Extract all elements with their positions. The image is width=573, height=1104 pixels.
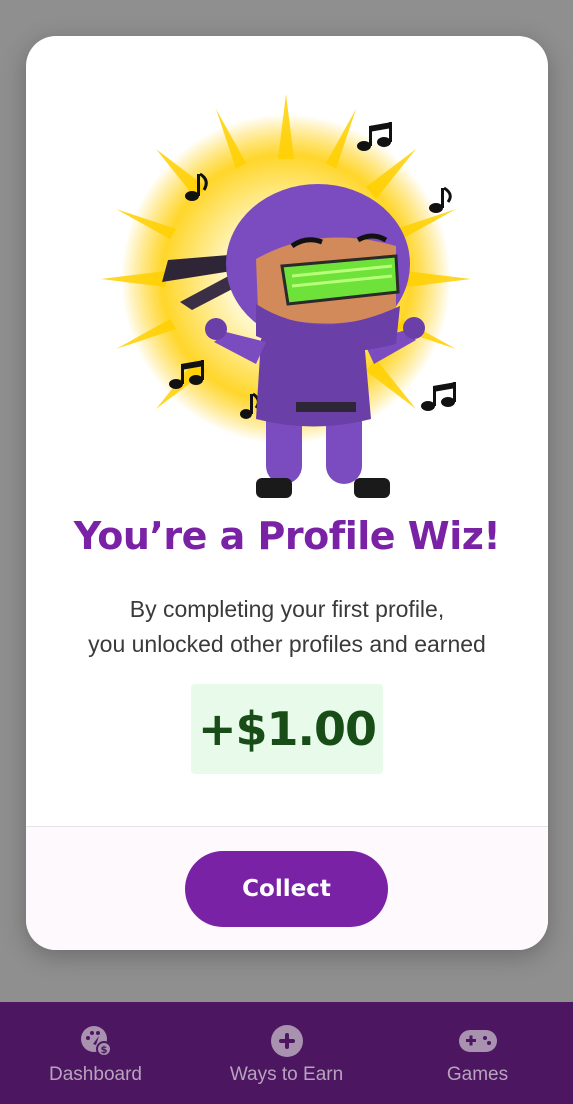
reward-modal: You’re a Profile Wiz! By completing your… <box>26 36 548 950</box>
modal-footer: Collect <box>26 826 548 950</box>
nav-item-dashboard[interactable]: $ Dashboard <box>0 1002 191 1104</box>
gamepad-icon <box>458 1030 497 1052</box>
message-line: you unlocked other profiles and earned <box>88 631 486 657</box>
nav-item-games[interactable]: Games <box>382 1002 573 1104</box>
ninja-illustration <box>101 94 471 498</box>
bottom-nav: $ Dashboard Ways to Earn Games <box>0 1002 573 1104</box>
nav-item-ways-to-earn[interactable]: Ways to Earn <box>191 1002 382 1104</box>
nav-label-ways-to-earn: Ways to Earn <box>229 1064 344 1085</box>
nav-label-games: Games <box>446 1064 509 1085</box>
modal-title: You’re a Profile Wiz! <box>73 514 501 558</box>
nav-label-dashboard: Dashboard <box>49 1064 142 1085</box>
message-line: By completing your first profile, <box>129 596 445 622</box>
dashboard-icon: $ <box>80 1026 112 1057</box>
plus-circle-icon <box>270 1025 303 1057</box>
reward-amount: +$1.00 <box>191 684 383 774</box>
svg-text:$: $ <box>100 1045 107 1056</box>
modal-message: By completing your first profile, you un… <box>46 592 528 662</box>
collect-button[interactable]: Collect <box>185 851 388 927</box>
